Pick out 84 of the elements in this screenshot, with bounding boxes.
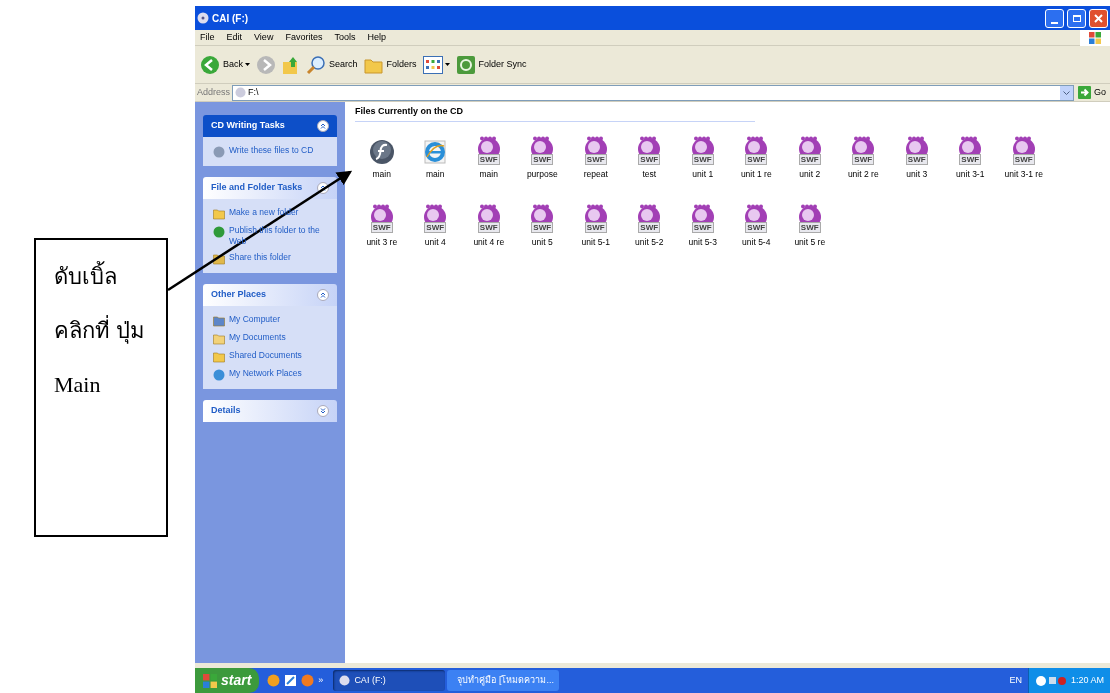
task-link[interactable]: My Documents bbox=[229, 332, 286, 343]
folders-button[interactable]: Folders bbox=[363, 55, 417, 74]
browser-e-icon bbox=[422, 138, 449, 165]
panel-header[interactable]: Details bbox=[203, 400, 337, 422]
folder-icon bbox=[213, 351, 225, 363]
listing-entry[interactable]: SWF unit 5-2 bbox=[622, 202, 676, 255]
listing-entry[interactable]: SWF purpose bbox=[515, 134, 569, 187]
address-label: Address bbox=[197, 85, 231, 99]
flash-file-icon bbox=[368, 138, 395, 165]
minimize-button[interactable] bbox=[1045, 8, 1064, 28]
listing-entry[interactable]: SWF unit 3 bbox=[890, 134, 944, 187]
menu-item[interactable]: File bbox=[200, 30, 215, 45]
window-title: CAI (F:) bbox=[212, 11, 250, 26]
quick-launch-icon[interactable] bbox=[267, 674, 281, 687]
collapse-chevron-icon[interactable] bbox=[317, 289, 329, 301]
listing-entry[interactable]: main bbox=[408, 134, 462, 187]
back-button[interactable]: Back bbox=[200, 54, 243, 75]
disc-icon bbox=[339, 675, 351, 686]
collapse-chevron-icon[interactable] bbox=[317, 120, 329, 132]
menu-item[interactable]: Tools bbox=[334, 30, 356, 45]
annotation-text: ดับเบิ้ล bbox=[54, 262, 148, 292]
language-indicator[interactable]: EN bbox=[1009, 673, 1022, 688]
listing-entry[interactable]: SWF test bbox=[622, 134, 676, 187]
disc-icon bbox=[197, 12, 209, 24]
menu-item[interactable]: Help bbox=[367, 30, 386, 45]
listing-entry[interactable]: SWF unit 4 re bbox=[462, 202, 516, 255]
disc-icon bbox=[213, 146, 225, 158]
listing-entry[interactable]: SWF unit 1 re bbox=[729, 134, 783, 187]
taskbar-button[interactable]: CAI (F:) bbox=[333, 670, 446, 691]
menu-item[interactable]: Edit bbox=[226, 30, 243, 45]
close-button[interactable] bbox=[1089, 8, 1108, 28]
globe-icon bbox=[213, 226, 225, 238]
listing-entry[interactable]: SWF unit 2 bbox=[783, 134, 837, 187]
expand-chevron-icon[interactable] bbox=[317, 405, 329, 417]
task-link[interactable]: My Network Places bbox=[229, 368, 302, 379]
sync-icon bbox=[455, 54, 476, 75]
menu-item[interactable]: View bbox=[254, 30, 274, 45]
listing-entry[interactable]: SWF unit 3-1 bbox=[943, 134, 997, 187]
go-button[interactable]: Go bbox=[1076, 85, 1108, 100]
listing-entry[interactable]: SWF unit 1 bbox=[676, 134, 730, 187]
task-link[interactable]: Shared Documents bbox=[229, 350, 302, 361]
listing-entry[interactable]: SWF unit 3 re bbox=[355, 202, 409, 255]
more-chevron[interactable]: » bbox=[318, 673, 324, 688]
address-field[interactable]: F:\ bbox=[232, 84, 1074, 101]
menu-item[interactable]: Favorites bbox=[285, 30, 323, 45]
documents-folder-icon bbox=[213, 333, 225, 345]
section-heading: Files Currently on the CD bbox=[355, 102, 755, 122]
sync-button[interactable]: Folder Sync bbox=[455, 54, 527, 75]
views-button[interactable] bbox=[422, 55, 443, 74]
search-button[interactable]: Search bbox=[306, 54, 358, 75]
panel-header[interactable]: CD Writing Tasks bbox=[203, 115, 337, 137]
listing-entry[interactable]: SWF unit 5-3 bbox=[676, 202, 730, 255]
listing-entry[interactable]: SWF unit 5 bbox=[515, 202, 569, 255]
task-link[interactable]: Share this folder bbox=[229, 252, 291, 263]
go-arrow-icon bbox=[1078, 86, 1091, 99]
windows-logo-icon bbox=[203, 673, 217, 688]
quick-launch-icon[interactable] bbox=[284, 674, 298, 687]
folder-icon bbox=[213, 208, 225, 220]
dropdown-caret-icon[interactable] bbox=[245, 63, 250, 66]
listing-entry[interactable]: SWF unit 5-4 bbox=[729, 202, 783, 255]
panel-header[interactable]: File and Folder Tasks bbox=[203, 177, 337, 199]
annotation-text: Main bbox=[54, 371, 102, 399]
dropdown-caret-icon[interactable] bbox=[444, 63, 450, 66]
listing-entry[interactable]: SWF unit 4 bbox=[408, 202, 462, 255]
listing-entry[interactable]: SWF unit 2 re bbox=[836, 134, 890, 187]
listing-entry[interactable]: SWF unit 5-1 bbox=[569, 202, 623, 255]
annotation-text: คลิกที่ ปุ่ม bbox=[54, 316, 148, 346]
task-link[interactable]: My Computer bbox=[229, 314, 280, 325]
search-icon bbox=[306, 54, 326, 75]
tray-icons[interactable] bbox=[1034, 674, 1067, 687]
listing-entry[interactable]: SWF unit 5 re bbox=[783, 202, 837, 255]
listing-entry[interactable]: SWF main bbox=[462, 134, 516, 187]
listing-entry[interactable]: SWF repeat bbox=[569, 134, 623, 187]
views-grid-icon bbox=[422, 55, 443, 74]
listing-entry[interactable]: SWF unit 3-1 re bbox=[997, 134, 1051, 187]
restore-button[interactable] bbox=[1067, 8, 1086, 28]
taskbar-button[interactable]: จุปทำคู่มือ [โหมดความ... bbox=[447, 670, 560, 691]
listing-entry[interactable]: main bbox=[355, 134, 409, 187]
start-button[interactable]: start bbox=[195, 668, 260, 693]
close-icon bbox=[1094, 13, 1103, 23]
clock: 1:20 AM bbox=[1070, 673, 1104, 687]
panel-header[interactable]: Other Places bbox=[203, 284, 337, 306]
shared-folder-icon bbox=[213, 253, 225, 265]
disc-icon bbox=[235, 87, 247, 98]
